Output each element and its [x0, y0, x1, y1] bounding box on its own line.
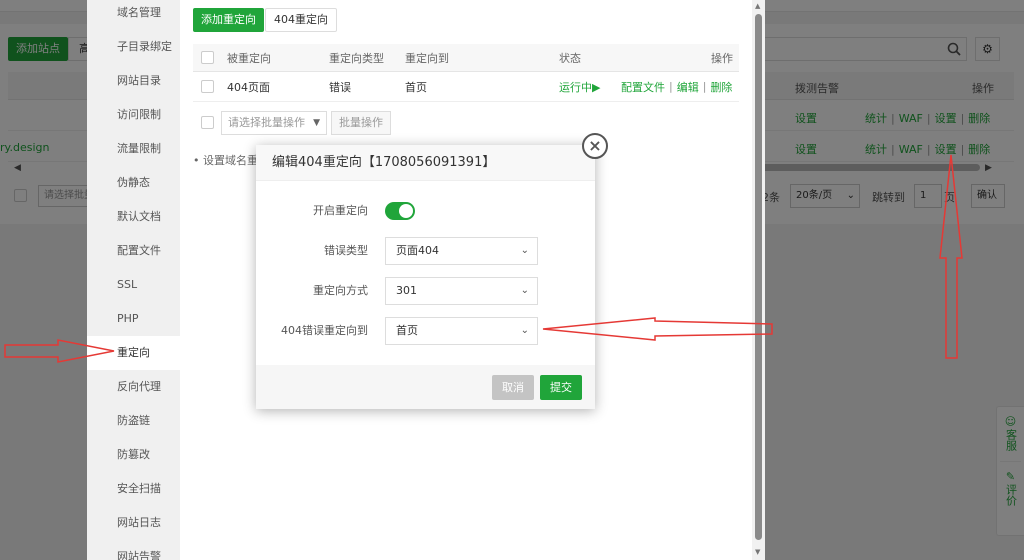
error-type-select[interactable]: 页面404 ⌄ [385, 237, 538, 265]
toggle-knob [399, 204, 413, 218]
redirect-method-label: 重定向方式 [313, 284, 368, 297]
nav-domain[interactable]: 域名管理 [87, 0, 180, 30]
row-target: 首页 [405, 80, 427, 94]
config-file-link[interactable]: 配置文件 [621, 79, 665, 95]
nav-site-log[interactable]: 网站日志 [87, 506, 180, 540]
vertical-scrollbar[interactable]: ▲ ▼ [752, 0, 765, 560]
column-source: 被重定向 [227, 51, 271, 65]
nav-site-alert[interactable]: 网站告警 [87, 540, 180, 560]
row-checkbox[interactable] [201, 80, 214, 93]
batch-checkbox[interactable] [201, 116, 214, 129]
row-actions: 配置文件 | 编辑 | 删除 [621, 79, 733, 95]
status-toggle-link[interactable]: 运行中▶ [559, 72, 600, 101]
chevron-down-icon: ⌄ [520, 325, 529, 336]
edit-404-redirect-dialog: 编辑404重定向【1708056091391】 × 开启重定向 错误类型 页面4… [256, 133, 608, 409]
nav-traffic-limit[interactable]: 流量限制 [87, 132, 180, 166]
scroll-up-icon[interactable]: ▲ [755, 2, 760, 10]
nav-php[interactable]: PHP [87, 302, 180, 336]
nav-security-scan[interactable]: 安全扫描 [87, 472, 180, 506]
close-icon[interactable]: × [582, 133, 608, 159]
dialog-title: 编辑404重定向【1708056091391】 [256, 145, 595, 181]
row-source: 404页面 [227, 80, 270, 94]
redirect-table-header: 被重定向 重定向类型 重定向到 状态 操作 [193, 44, 739, 72]
scroll-down-icon[interactable]: ▼ [755, 548, 760, 556]
redirect-404-button[interactable]: 404重定向 [265, 8, 337, 32]
nav-default-doc[interactable]: 默认文档 [87, 200, 180, 234]
nav-access-limit[interactable]: 访问限制 [87, 98, 180, 132]
table-row: 404页面 错误 首页 运行中▶ 配置文件 | 编辑 | 删除 [193, 72, 739, 102]
nav-redirect[interactable]: 重定向 [87, 336, 180, 370]
batch-action-button[interactable]: 批量操作 [331, 111, 391, 135]
nav-reverse-proxy[interactable]: 反向代理 [87, 370, 180, 404]
redirect-target-row: 404错误重定向到 首页 ⌄ [256, 317, 595, 345]
help-tip-text: 设置域名重 [203, 154, 258, 167]
scrollbar-thumb[interactable] [755, 14, 762, 540]
row-type: 错误 [329, 80, 351, 94]
delete-link[interactable]: 删除 [710, 79, 732, 95]
enable-redirect-row: 开启重定向 [256, 197, 595, 225]
caret-down-icon: ▼ [313, 118, 320, 128]
redirect-target-label: 404错误重定向到 [281, 324, 368, 337]
chevron-down-icon: ⌄ [520, 285, 529, 296]
column-target: 重定向到 [405, 51, 449, 65]
redirect-target-value: 首页 [396, 324, 418, 337]
submit-button[interactable]: 提交 [540, 375, 582, 400]
dialog-footer: 取消 提交 [256, 365, 595, 409]
nav-rewrite[interactable]: 伪静态 [87, 166, 180, 200]
nav-config-file[interactable]: 配置文件 [87, 234, 180, 268]
redirect-target-select[interactable]: 首页 ⌄ [385, 317, 538, 345]
batch-select[interactable]: 请选择批量操作 ▼ [221, 111, 327, 135]
redirect-method-select[interactable]: 301 ⌄ [385, 277, 538, 305]
edit-link[interactable]: 编辑 [677, 79, 699, 95]
enable-redirect-toggle[interactable] [385, 202, 415, 220]
error-type-row: 错误类型 页面404 ⌄ [256, 237, 595, 265]
error-type-value: 页面404 [396, 244, 439, 257]
nav-ssl[interactable]: SSL [87, 268, 180, 302]
chevron-down-icon: ⌄ [520, 245, 529, 256]
batch-select-placeholder: 请选择批量操作 [228, 116, 305, 129]
help-tip: • 设置域名重 [193, 154, 258, 167]
nav-site-dir[interactable]: 网站目录 [87, 64, 180, 98]
add-redirect-button[interactable]: 添加重定向 [193, 8, 264, 32]
nav-hotlink[interactable]: 防盗链 [87, 404, 180, 438]
column-actions: 操作 [711, 51, 733, 65]
enable-redirect-label: 开启重定向 [313, 204, 368, 217]
redirect-method-value: 301 [396, 284, 417, 297]
nav-subdir[interactable]: 子目录绑定 [87, 30, 180, 64]
error-type-label: 错误类型 [324, 244, 368, 257]
select-all-checkbox[interactable] [201, 51, 214, 64]
column-status: 状态 [559, 51, 581, 65]
column-type: 重定向类型 [329, 51, 384, 65]
cancel-button[interactable]: 取消 [492, 375, 534, 400]
redirect-method-row: 重定向方式 301 ⌄ [256, 277, 595, 305]
batch-bar: 请选择批量操作 ▼ 批量操作 [193, 111, 493, 135]
nav-tamper-proof[interactable]: 防篡改 [87, 438, 180, 472]
settings-nav: 域名管理 子目录绑定 网站目录 访问限制 流量限制 伪静态 默认文档 配置文件 … [87, 0, 180, 560]
